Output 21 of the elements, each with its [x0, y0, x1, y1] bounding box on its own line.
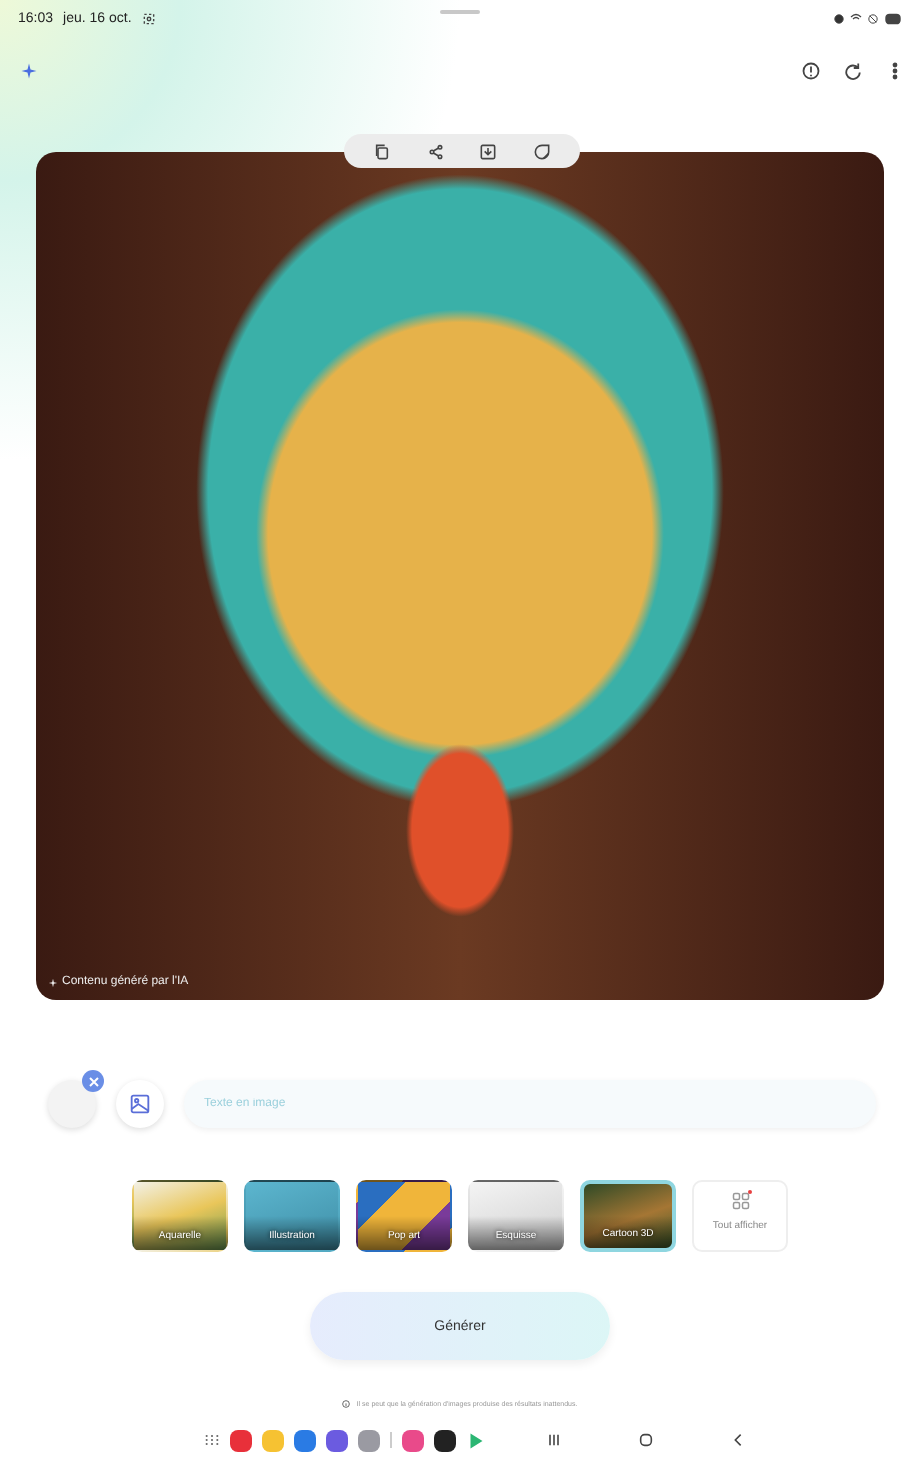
image-icon	[130, 1094, 150, 1114]
image-button[interactable]	[116, 1080, 164, 1128]
info-icon[interactable]	[802, 61, 820, 79]
copy-icon[interactable]	[374, 143, 391, 159]
remove-badge-icon[interactable]	[82, 1070, 104, 1092]
battery-icon	[884, 11, 902, 25]
wifi-icon	[850, 12, 862, 24]
sparkle-icon[interactable]	[20, 61, 38, 79]
refresh-icon[interactable]	[844, 61, 862, 79]
back-icon[interactable]	[730, 1432, 746, 1448]
info-icon	[342, 1400, 351, 1408]
play-icon[interactable]	[466, 1431, 484, 1449]
app-icon[interactable]	[434, 1429, 456, 1451]
grid-icon	[731, 1192, 749, 1210]
home-icon[interactable]	[638, 1432, 654, 1448]
share-icon[interactable]	[427, 143, 444, 159]
screenshot-icon	[141, 11, 156, 25]
recents-icon[interactable]	[546, 1432, 562, 1448]
no-sound-icon	[868, 13, 878, 23]
sketch-thumbnail[interactable]	[48, 1080, 96, 1128]
download-icon[interactable]	[480, 143, 497, 159]
